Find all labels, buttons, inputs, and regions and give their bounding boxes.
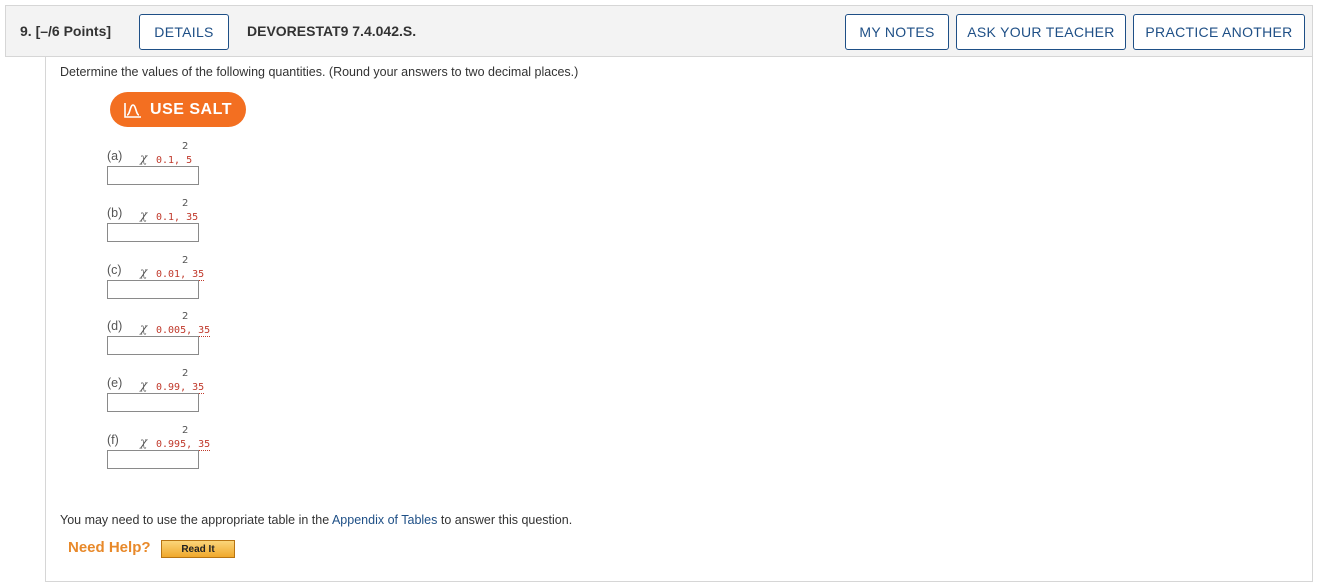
chi-square-power: 2 [182,425,189,436]
instructions-text: Determine the values of the following qu… [60,65,579,79]
part-label: (b) [107,206,123,220]
question-code: DEVORESTAT9 7.4.042.S. [247,23,417,39]
chi-square-symbol: χ2 [140,255,189,279]
question-header: 9. [–/6 Points] DETAILS DEVORESTAT9 7.4.… [5,5,1313,57]
chi-square-symbol: χ2 [140,141,189,165]
chi-square-power: 2 [182,255,189,266]
chi-square-symbol: χ2 [140,368,189,392]
read-it-button[interactable]: Read It [161,540,235,558]
answer-input[interactable] [107,393,199,412]
answer-input[interactable] [107,450,199,469]
use-salt-label: USE SALT [150,100,232,118]
use-salt-button[interactable]: USE SALT [110,92,246,127]
question-part: (a) χ 2 0.1, 5 [107,141,307,189]
answer-input[interactable] [107,223,199,242]
footnote: You may need to use the appropriate tabl… [60,513,573,527]
ask-your-teacher-button[interactable]: ASK YOUR TEACHER [956,14,1126,50]
answer-input[interactable] [107,166,199,185]
question-part: (e) χ 2 0.99, 35 [107,368,307,416]
practice-another-button[interactable]: PRACTICE ANOTHER [1133,14,1305,50]
question-part: (d) χ 2 0.005, 35 [107,311,307,359]
part-label: (e) [107,376,123,390]
details-button[interactable]: DETAILS [139,14,229,50]
question-part: (c) χ 2 0.01, 35 [107,255,307,303]
part-label: (f) [107,433,119,447]
chi-square-power: 2 [182,368,189,379]
salt-chart-icon [124,102,142,118]
question-number: 9. [–/6 Points] [20,23,112,39]
question-body: Determine the values of the following qu… [45,57,1313,582]
need-help-label: Need Help? [68,539,151,556]
part-label: (a) [107,149,123,163]
points-label: [–/6 Points] [35,23,112,39]
answer-input[interactable] [107,280,199,299]
chi-square-power: 2 [182,311,189,322]
my-notes-button[interactable]: MY NOTES [845,14,949,50]
part-label: (d) [107,319,123,333]
question-part: (f) χ 2 0.995, 35 [107,425,307,473]
part-label: (c) [107,263,122,277]
chi-square-symbol: χ2 [140,198,189,222]
chi-square-power: 2 [182,141,189,152]
chi-square-symbol: χ2 [140,311,189,335]
chi-square-power: 2 [182,198,189,209]
chi-square-symbol: χ2 [140,425,189,449]
question-part: (b) χ 2 0.1, 35 [107,198,307,246]
appendix-of-tables-link[interactable]: Appendix of Tables [332,513,437,527]
answer-input[interactable] [107,336,199,355]
